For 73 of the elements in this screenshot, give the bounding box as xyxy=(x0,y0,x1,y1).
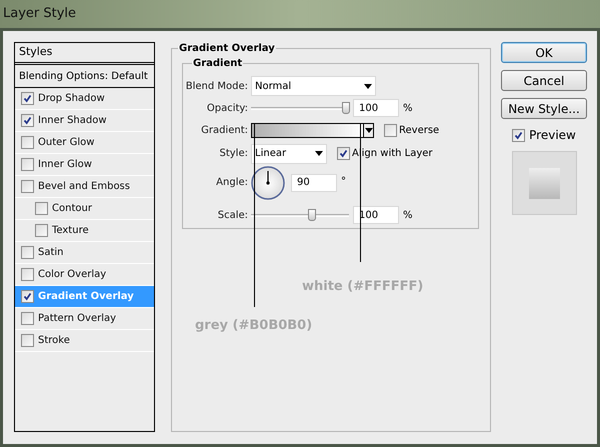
list-item[interactable]: Blending Options: Default xyxy=(15,65,154,88)
dropdown-arrow-icon xyxy=(364,84,372,88)
item-label: Pattern Overlay xyxy=(38,312,116,326)
slider-track[interactable] xyxy=(251,101,349,115)
item-label: Bevel and Emboss xyxy=(38,180,130,194)
item-label: Contour xyxy=(52,202,92,216)
annotation-label: white (#FFFFFF) xyxy=(302,278,424,296)
checkbox[interactable] xyxy=(21,268,34,281)
list-header: Styles xyxy=(15,43,154,65)
checkbox[interactable] xyxy=(21,136,34,149)
dropdown-value: Linear xyxy=(255,147,286,161)
item-label: Satin xyxy=(38,246,64,260)
checkbox[interactable] xyxy=(337,147,350,160)
unit-label: % xyxy=(403,208,413,222)
checkbox[interactable] xyxy=(384,124,397,136)
dialog-button[interactable]: Cancel xyxy=(501,70,587,91)
item-label: Inner Shadow xyxy=(38,114,107,128)
window-title: Layer Style xyxy=(3,5,76,24)
number-field[interactable]: 100 xyxy=(353,206,399,224)
group-title: Gradient Overlay xyxy=(178,41,276,56)
list-item[interactable]: Satin xyxy=(15,242,154,264)
checkbox[interactable] xyxy=(21,114,34,127)
blend-mode-dropdown[interactable]: Normal xyxy=(251,76,376,96)
checkbox[interactable] xyxy=(35,224,48,237)
number-field[interactable]: 100 xyxy=(353,99,399,117)
angle-dial[interactable] xyxy=(251,166,285,200)
checkbox-label: Reverse xyxy=(399,124,440,138)
annotation-label: grey (#B0B0B0) xyxy=(195,317,312,335)
item-label: Outer Glow xyxy=(38,136,94,150)
item-label: Drop Shadow xyxy=(38,92,105,106)
checkbox[interactable] xyxy=(21,312,34,325)
unit-label: % xyxy=(403,102,413,116)
preview-swatch xyxy=(528,168,560,198)
style-dropdown[interactable]: Linear xyxy=(251,144,327,164)
item-label: Stroke xyxy=(38,334,70,348)
checkbox[interactable] xyxy=(21,158,34,171)
item-label: Inner Glow xyxy=(38,158,92,172)
checkbox[interactable] xyxy=(21,92,34,105)
dialog-button[interactable]: New Style... xyxy=(501,98,587,119)
field-label: Scale: xyxy=(216,208,249,222)
checkbox[interactable] xyxy=(512,128,526,142)
list-item[interactable]: Pattern Overlay xyxy=(15,308,154,330)
number-field[interactable]: 90 xyxy=(291,174,337,192)
dropdown-value: Normal xyxy=(255,80,292,94)
checkbox[interactable] xyxy=(21,180,34,193)
item-label: Color Overlay xyxy=(38,268,106,282)
checkbox[interactable] xyxy=(35,202,48,215)
checkbox[interactable] xyxy=(21,334,34,347)
list-item[interactable]: Outer Glow xyxy=(15,132,154,154)
gradient-swatch[interactable] xyxy=(251,122,364,138)
checkbox[interactable] xyxy=(21,290,34,303)
field-label: Style: xyxy=(218,147,249,161)
field-label: Opacity: xyxy=(206,102,249,116)
checkbox[interactable] xyxy=(21,246,34,259)
field-label: Blend Mode: xyxy=(184,80,249,94)
slider-thumb[interactable] xyxy=(342,102,350,114)
list-item[interactable]: Stroke xyxy=(15,330,154,352)
field-label: Angle: xyxy=(215,176,249,190)
field-label: Gradient: xyxy=(200,124,249,138)
checkbox-label: Preview xyxy=(529,127,576,144)
dialog-button[interactable]: OK xyxy=(501,42,587,63)
list-item[interactable]: Contour xyxy=(15,198,154,220)
slider-track[interactable] xyxy=(251,208,349,222)
slider-thumb[interactable] xyxy=(308,209,316,221)
dropdown-arrow-icon xyxy=(315,151,323,156)
list-item[interactable]: Bevel and Emboss xyxy=(15,176,154,198)
item-label: Texture xyxy=(52,224,89,238)
list-item[interactable]: Inner Shadow xyxy=(15,110,154,132)
list-item[interactable]: Inner Glow xyxy=(15,154,154,176)
item-label: Gradient Overlay xyxy=(38,290,134,304)
list-item[interactable]: Drop Shadow xyxy=(15,88,154,110)
unit-label: ° xyxy=(341,175,346,189)
list-item[interactable]: Texture xyxy=(15,220,154,242)
